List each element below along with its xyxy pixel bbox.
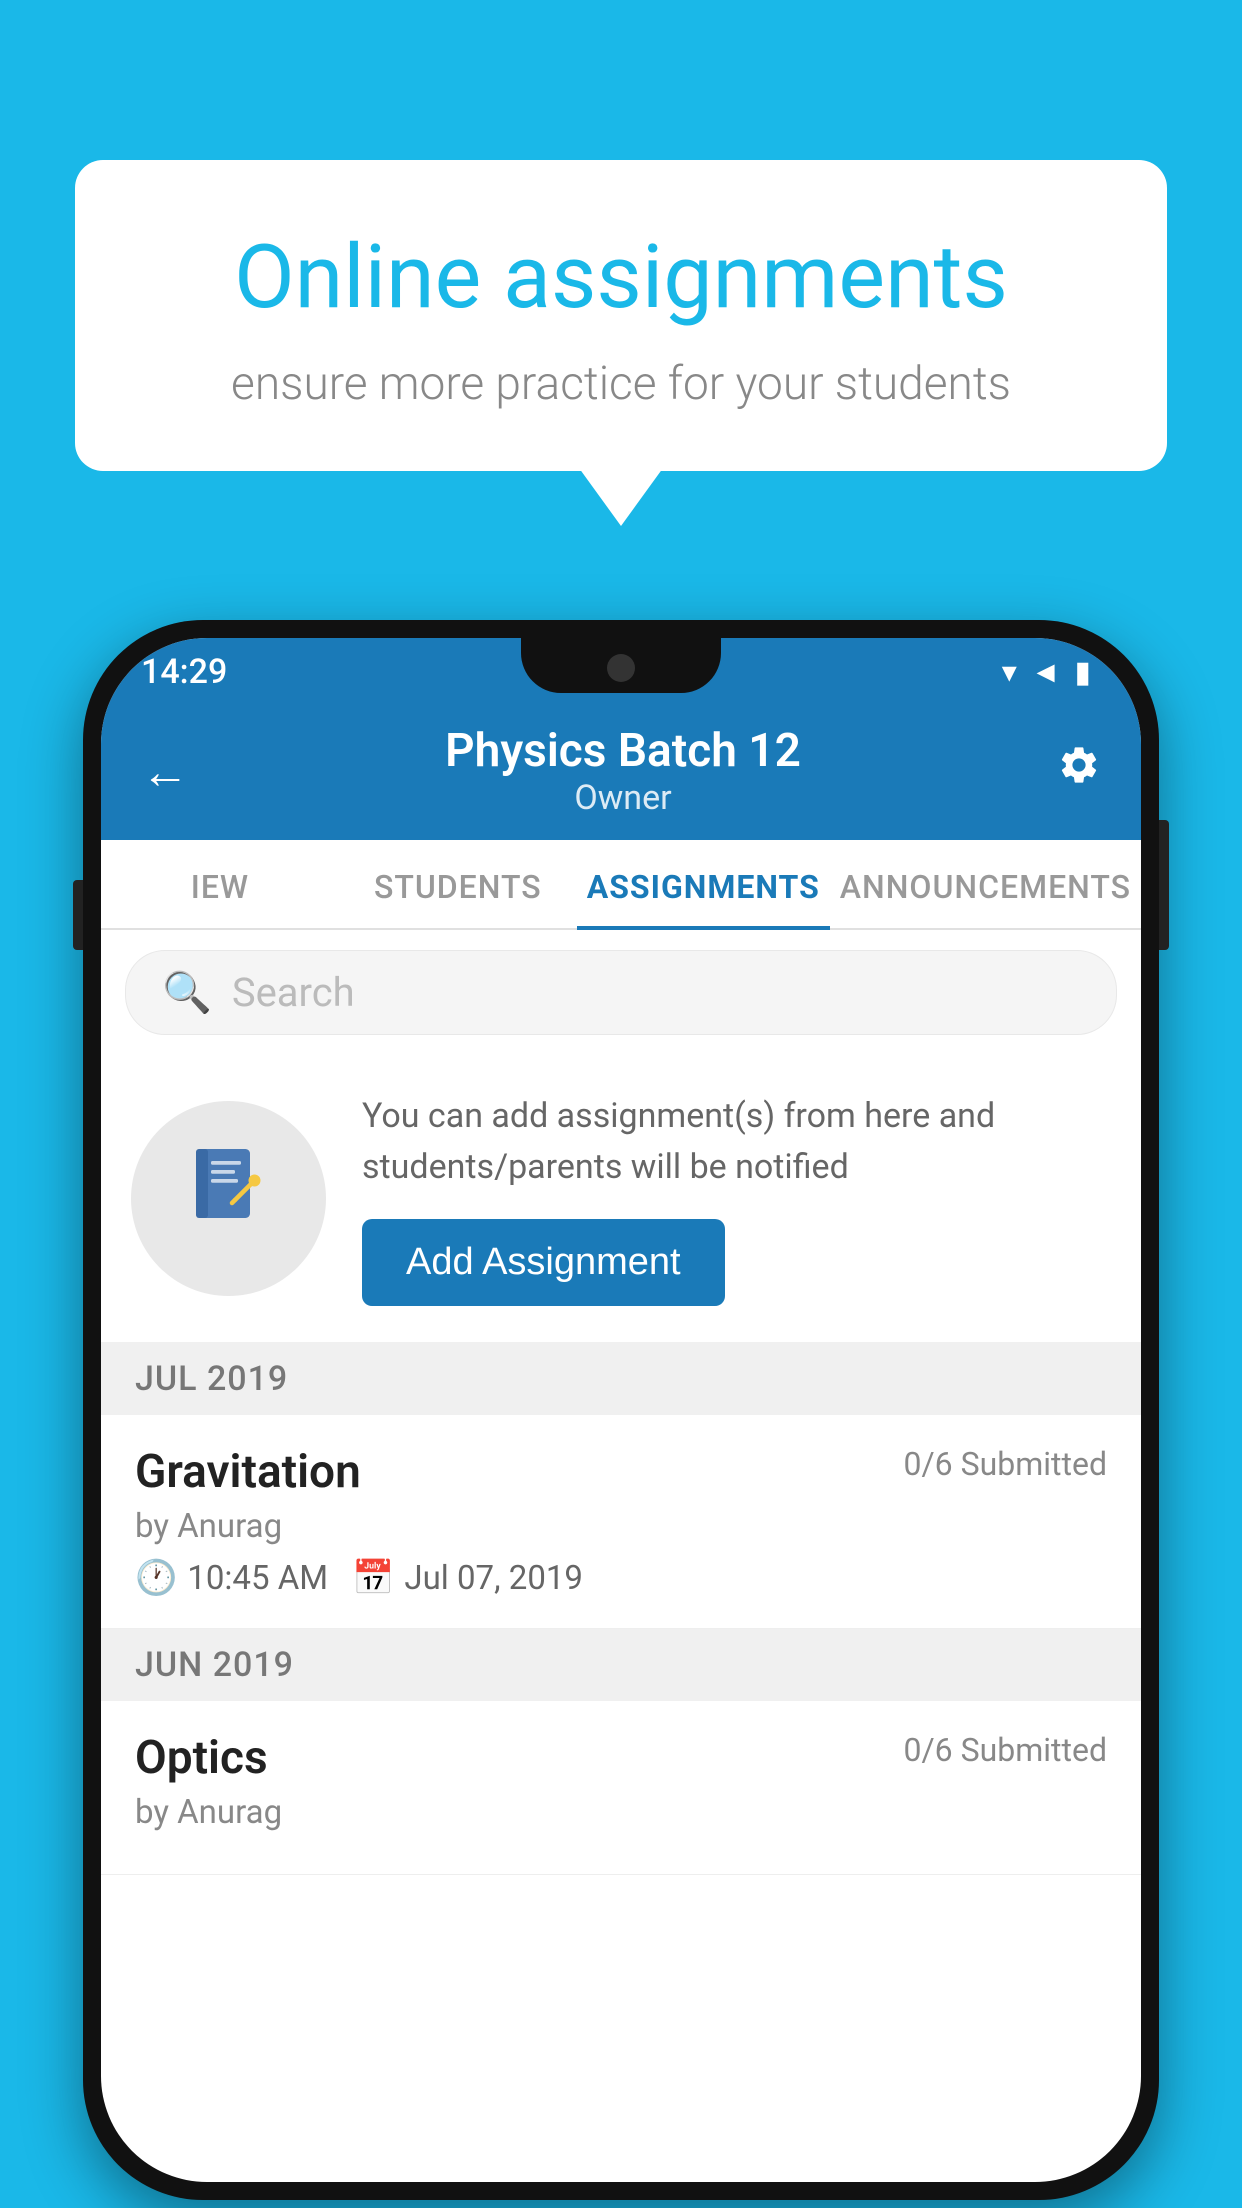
tabs-bar: IEW STUDENTS ASSIGNMENTS ANNOUNCEMENTS — [101, 840, 1141, 930]
calendar-icon: 📅 — [352, 1558, 394, 1598]
search-container: 🔍 Search — [101, 930, 1141, 1055]
assignment-info-text: You can add assignment(s) from here and … — [362, 1091, 1111, 1193]
assignment-title: Gravitation — [135, 1445, 361, 1499]
phone-side-button-left — [73, 880, 83, 950]
status-time: 14:29 — [141, 652, 227, 692]
battery-icon: ▮ — [1074, 655, 1091, 690]
meta-time: 🕐 10:45 AM — [135, 1558, 328, 1598]
assignment-title-optics: Optics — [135, 1731, 268, 1785]
clock-icon: 🕐 — [135, 1558, 177, 1598]
search-icon: 🔍 — [162, 969, 212, 1016]
back-button[interactable]: ← — [141, 743, 189, 800]
signal-icon: ◄ — [1031, 655, 1061, 690]
tab-assignments[interactable]: ASSIGNMENTS — [577, 840, 830, 928]
search-placeholder: Search — [232, 969, 355, 1016]
settings-button[interactable] — [1057, 743, 1101, 799]
tab-announcements[interactable]: ANNOUNCEMENTS — [830, 840, 1141, 928]
phone-side-button-right — [1159, 820, 1169, 950]
assignment-submitted: 0/6 Submitted — [903, 1445, 1107, 1483]
phone-frame: 14:29 ▾ ◄ ▮ ← Physics Batch 12 Owner — [83, 620, 1159, 2200]
assignment-submitted-optics: 0/6 Submitted — [903, 1731, 1107, 1769]
tab-students[interactable]: STUDENTS — [339, 840, 577, 928]
assignment-item-header: Gravitation 0/6 Submitted — [135, 1445, 1107, 1499]
status-icons: ▾ ◄ ▮ — [1002, 655, 1091, 690]
phone-notch — [521, 638, 721, 693]
notebook-icon — [184, 1143, 274, 1255]
assignment-item-gravitation[interactable]: Gravitation 0/6 Submitted by Anurag 🕐 10… — [101, 1415, 1141, 1629]
header-subtitle: Owner — [445, 778, 801, 818]
promo-section: Online assignments ensure more practice … — [75, 160, 1167, 471]
add-assignment-section: You can add assignment(s) from here and … — [101, 1055, 1141, 1343]
assignment-item-header-optics: Optics 0/6 Submitted — [135, 1731, 1107, 1785]
assignment-by-optics: by Anurag — [135, 1793, 1107, 1832]
assignment-icon-circle — [131, 1101, 326, 1296]
search-bar[interactable]: 🔍 Search — [125, 950, 1117, 1035]
header-center: Physics Batch 12 Owner — [445, 724, 801, 818]
meta-date: 📅 Jul 07, 2019 — [352, 1558, 583, 1598]
phone-camera — [607, 654, 635, 682]
assignment-by: by Anurag — [135, 1507, 1107, 1546]
assignment-meta: 🕐 10:45 AM 📅 Jul 07, 2019 — [135, 1558, 1107, 1598]
month-header-jul: JUL 2019 — [101, 1343, 1141, 1415]
month-header-jun: JUN 2019 — [101, 1629, 1141, 1701]
header-title: Physics Batch 12 — [445, 724, 801, 778]
assignment-info: You can add assignment(s) from here and … — [362, 1091, 1111, 1306]
wifi-icon: ▾ — [1002, 655, 1017, 690]
promo-subtitle: ensure more practice for your students — [155, 357, 1087, 411]
add-assignment-button[interactable]: Add Assignment — [362, 1219, 725, 1306]
tab-iew[interactable]: IEW — [101, 840, 339, 928]
assignment-item-optics[interactable]: Optics 0/6 Submitted by Anurag — [101, 1701, 1141, 1875]
phone-screen: 14:29 ▾ ◄ ▮ ← Physics Batch 12 Owner — [101, 638, 1141, 2182]
assignment-time: 10:45 AM — [187, 1559, 328, 1598]
app-header: ← Physics Batch 12 Owner — [101, 706, 1141, 840]
promo-title: Online assignments — [155, 230, 1087, 327]
assignment-date: Jul 07, 2019 — [404, 1559, 583, 1598]
speech-bubble: Online assignments ensure more practice … — [75, 160, 1167, 471]
